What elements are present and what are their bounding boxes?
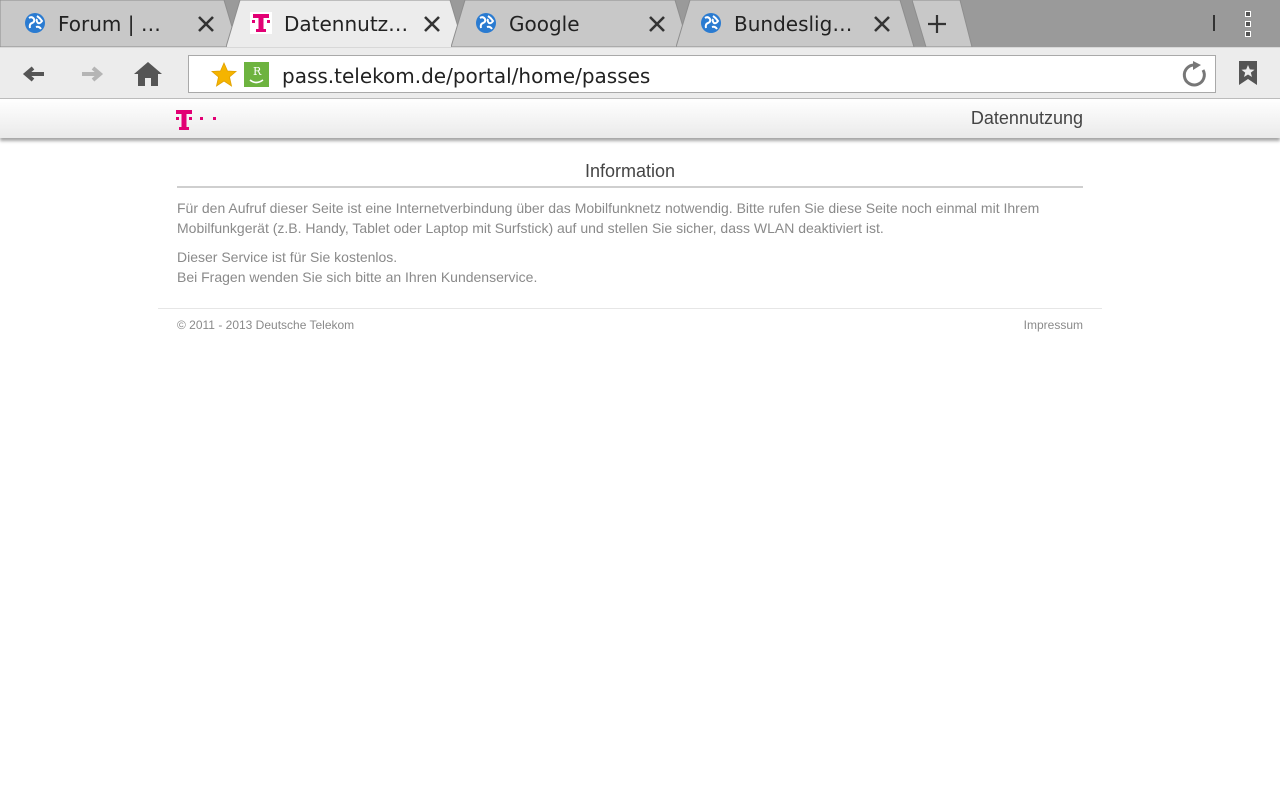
tab-title: Bundesligen [734,12,854,36]
close-icon[interactable] [870,12,894,36]
copyright-text: © 2011 - 2013 Deutsche Telekom [177,318,355,332]
svg-text:R: R [253,65,262,78]
close-icon[interactable] [420,12,444,36]
tab-title: Google [509,12,580,36]
url-text: pass.telekom.de/portal/home/passes [282,64,651,88]
service-note: Dieser Service ist für Sie kostenlos. Be… [177,247,1083,287]
reload-icon[interactable] [1181,61,1209,89]
back-icon[interactable] [18,58,50,90]
tab-title: Forum | MDR [58,12,178,36]
header-title: Datennutzung [970,108,1083,128]
globe-icon [701,13,721,33]
service-note-line: Bei Fragen wenden Sie sich bitte an Ihre… [177,269,538,285]
close-icon[interactable] [645,12,669,36]
footer-divider [158,308,1102,309]
telekom-logo-icon[interactable] [176,109,220,131]
address-bar[interactable]: R pass.telekom.de/portal/home/passes [188,55,1216,93]
service-note-line: Dieser Service ist für Sie kostenlos. [177,249,398,265]
tab-strip: Forum | MDR Datennutzung Google Bundesli… [0,0,1280,48]
extension-icon[interactable]: R [244,62,269,87]
tab-strip-divider [1213,15,1215,31]
home-icon[interactable] [132,58,164,90]
tab-forum[interactable]: Forum | MDR [0,0,240,47]
tab-google[interactable]: Google [451,0,691,47]
impressum-link[interactable]: Impressum [1024,318,1083,332]
bookmarks-icon[interactable] [1236,60,1260,86]
info-heading: Information [177,160,1083,188]
browser-toolbar: R pass.telekom.de/portal/home/passes [0,47,1280,99]
tab-datennutzung[interactable]: Datennutzung [226,0,466,48]
tab-title: Datennutzung [284,12,414,36]
globe-icon [25,13,45,33]
telekom-icon [250,12,272,34]
new-tab-button[interactable] [912,0,974,47]
globe-icon [476,13,496,33]
site-header: Datennutzung [0,99,1280,138]
info-paragraph: Für den Aufruf dieser Seite ist eine Int… [177,200,1040,236]
bookmark-star-icon[interactable] [211,62,237,88]
info-section: Information Für den Aufruf dieser Seite … [177,160,1083,287]
close-icon[interactable] [194,12,218,36]
tab-bundesligen[interactable]: Bundesligen [676,0,916,47]
forward-icon[interactable] [76,58,108,90]
overflow-menu-icon[interactable] [1238,10,1258,38]
